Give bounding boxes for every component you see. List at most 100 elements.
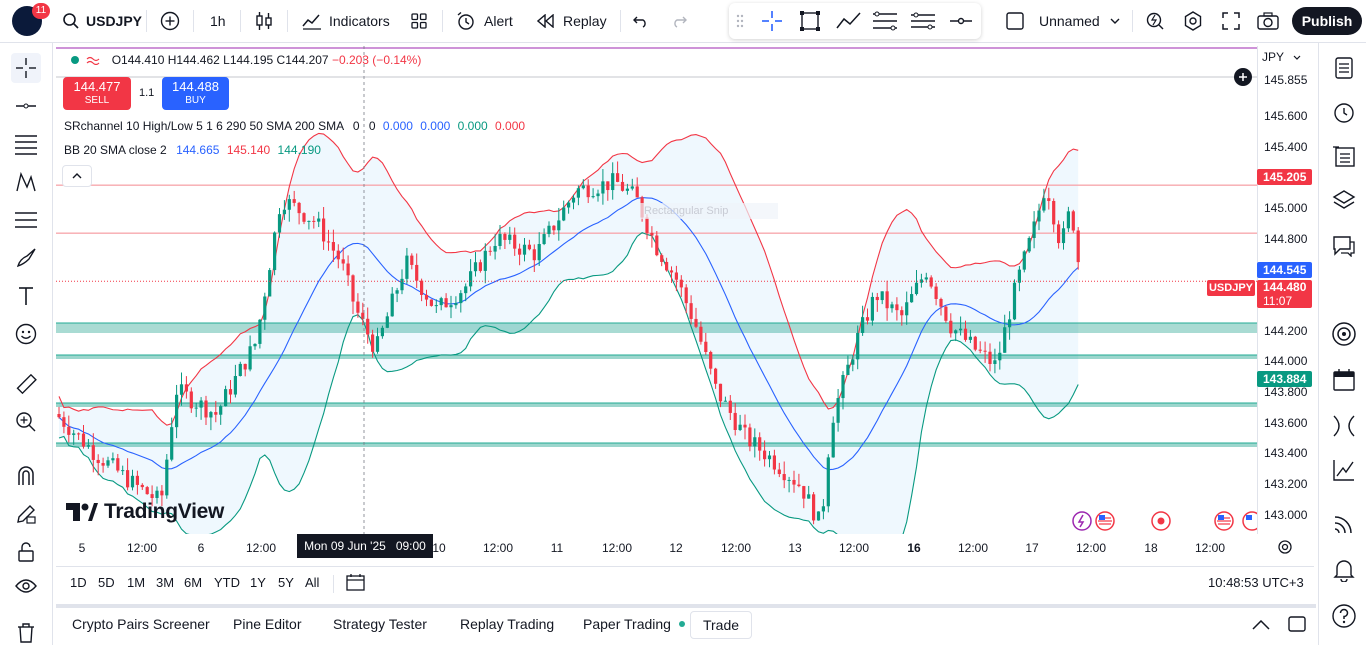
goto-date-button[interactable] <box>346 573 366 594</box>
bollinger-band-fill <box>59 133 1079 534</box>
watchlist-button[interactable] <box>1329 53 1359 83</box>
tab-pine-editor[interactable]: Pine Editor <box>233 616 301 632</box>
notifications-button[interactable] <box>1329 555 1359 585</box>
candle-body <box>307 220 311 222</box>
horizontal-line-icon[interactable] <box>949 10 973 32</box>
templates-button[interactable] <box>410 0 428 42</box>
fib-retracement-icon[interactable] <box>872 10 898 32</box>
rectangle-icon[interactable] <box>799 10 821 32</box>
tab-strategy-tester[interactable]: Strategy Tester <box>333 616 427 632</box>
ideas-button[interactable] <box>1329 411 1359 441</box>
drag-handle-icon[interactable] <box>736 14 744 28</box>
range-6m-button[interactable]: 6M <box>184 575 202 590</box>
maximize-panel-button[interactable] <box>1288 616 1306 635</box>
candle-body <box>96 459 100 464</box>
candle-body <box>826 457 830 507</box>
us-flag-event-icon-3[interactable] <box>1242 511 1258 531</box>
candle-body <box>973 336 977 350</box>
currency-dropdown[interactable]: JPY <box>1262 50 1301 64</box>
candle-body <box>1076 230 1080 263</box>
scale-settings-button[interactable] <box>1277 539 1293 558</box>
data-window-button[interactable] <box>1329 185 1359 215</box>
emoji-tool[interactable] <box>11 319 41 349</box>
trend-line-tool[interactable] <box>11 91 41 121</box>
range-5y-button[interactable]: 5Y <box>278 575 294 590</box>
gear-icon <box>1278 540 1292 554</box>
calendar-button[interactable] <box>1329 365 1359 395</box>
replay-button[interactable]: Replay <box>537 0 607 42</box>
undo-button[interactable] <box>633 0 649 42</box>
symbol-label: USDJPY <box>86 13 143 29</box>
pattern-tool[interactable] <box>11 167 41 197</box>
candle-body <box>375 336 380 352</box>
user-avatar[interactable]: 11 <box>12 3 50 36</box>
chart-type-button[interactable] <box>255 0 273 42</box>
candle-body <box>238 363 242 377</box>
quick-search-button[interactable] <box>1145 0 1165 42</box>
candle-body <box>743 424 747 428</box>
parallel-channel-icon[interactable] <box>910 10 936 32</box>
layout-button[interactable]: Unnamed <box>1005 0 1120 42</box>
record-event-icon[interactable] <box>1151 511 1171 531</box>
lightning-event-icon[interactable] <box>1072 511 1092 531</box>
range-3m-button[interactable]: 3M <box>156 575 174 590</box>
trend-line-icon[interactable] <box>836 10 862 32</box>
us-flag-event-icon-2[interactable] <box>1214 511 1234 531</box>
add-plus-button[interactable] <box>1234 68 1252 86</box>
fullscreen-button[interactable] <box>1222 0 1240 42</box>
candle-body <box>841 374 845 399</box>
tab-crypto-pairs-screener[interactable]: Crypto Pairs Screener <box>72 616 210 632</box>
support-zone <box>56 355 1257 359</box>
collapse-legend-button[interactable] <box>62 165 92 187</box>
trading-panel-button[interactable] <box>1329 455 1359 485</box>
tab-replay-trading[interactable]: Replay Trading <box>460 616 554 632</box>
sell-button[interactable]: 144.477 SELL <box>63 77 131 110</box>
range-1y-button[interactable]: 1Y <box>250 575 266 590</box>
brush-tool[interactable] <box>11 243 41 273</box>
text-tool[interactable] <box>11 281 41 311</box>
help-icon <box>1332 604 1356 628</box>
alert-button[interactable]: Alert <box>456 0 513 42</box>
range-1m-button[interactable]: 1M <box>127 575 145 590</box>
zoom-tool[interactable] <box>11 407 41 437</box>
indicators-button[interactable]: Indicators <box>302 0 390 42</box>
crosshair-tool[interactable] <box>11 53 41 83</box>
chats-button[interactable] <box>1329 231 1359 261</box>
us-flag-event-icon[interactable] <box>1095 511 1115 531</box>
measure-tool[interactable] <box>11 369 41 399</box>
time-scale[interactable]: 5 12:00 6 12:00 10 12:00 11 12:00 12 12:… <box>56 534 1257 562</box>
collapse-panel-button[interactable] <box>1252 618 1270 633</box>
lightning-search-icon <box>1146 12 1164 30</box>
candle-body <box>72 433 76 435</box>
crosshair-icon[interactable] <box>761 10 783 32</box>
snapshot-button[interactable] <box>1257 0 1279 42</box>
drawing-mode-tool[interactable] <box>11 499 41 529</box>
object-tree-button[interactable] <box>1329 141 1359 171</box>
range-5d-button[interactable]: 5D <box>98 575 115 590</box>
interval-button[interactable]: 1h <box>210 0 226 42</box>
fib-tool[interactable] <box>11 129 41 159</box>
forecast-tool[interactable] <box>11 205 41 235</box>
candle-body <box>233 376 237 395</box>
tab-trade[interactable]: Trade <box>690 611 752 639</box>
magnet-tool[interactable] <box>11 461 41 491</box>
screener-button[interactable] <box>1329 319 1359 349</box>
publish-button[interactable]: Publish <box>1292 7 1362 35</box>
buy-button[interactable]: 144.488 BUY <box>162 77 229 110</box>
visibility-tool[interactable] <box>11 571 41 601</box>
range-ytd-button[interactable]: YTD <box>214 575 240 590</box>
help-button[interactable] <box>1329 601 1359 631</box>
compare-button[interactable] <box>160 0 180 42</box>
range-all-button[interactable]: All <box>305 575 319 590</box>
candle-body <box>763 450 767 460</box>
lock-tool[interactable] <box>11 537 41 567</box>
redo-button[interactable] <box>671 0 687 42</box>
timezone-clock[interactable]: 10:48:53 UTC+3 <box>1208 575 1304 590</box>
delete-tool[interactable] <box>11 618 41 648</box>
symbol-search[interactable]: USDJPY <box>62 0 142 42</box>
range-1d-button[interactable]: 1D <box>70 575 87 590</box>
alerts-button[interactable] <box>1329 97 1359 127</box>
settings-button[interactable] <box>1183 0 1203 42</box>
tab-paper-trading[interactable]: Paper Trading <box>583 616 686 632</box>
streams-button[interactable] <box>1329 509 1359 539</box>
